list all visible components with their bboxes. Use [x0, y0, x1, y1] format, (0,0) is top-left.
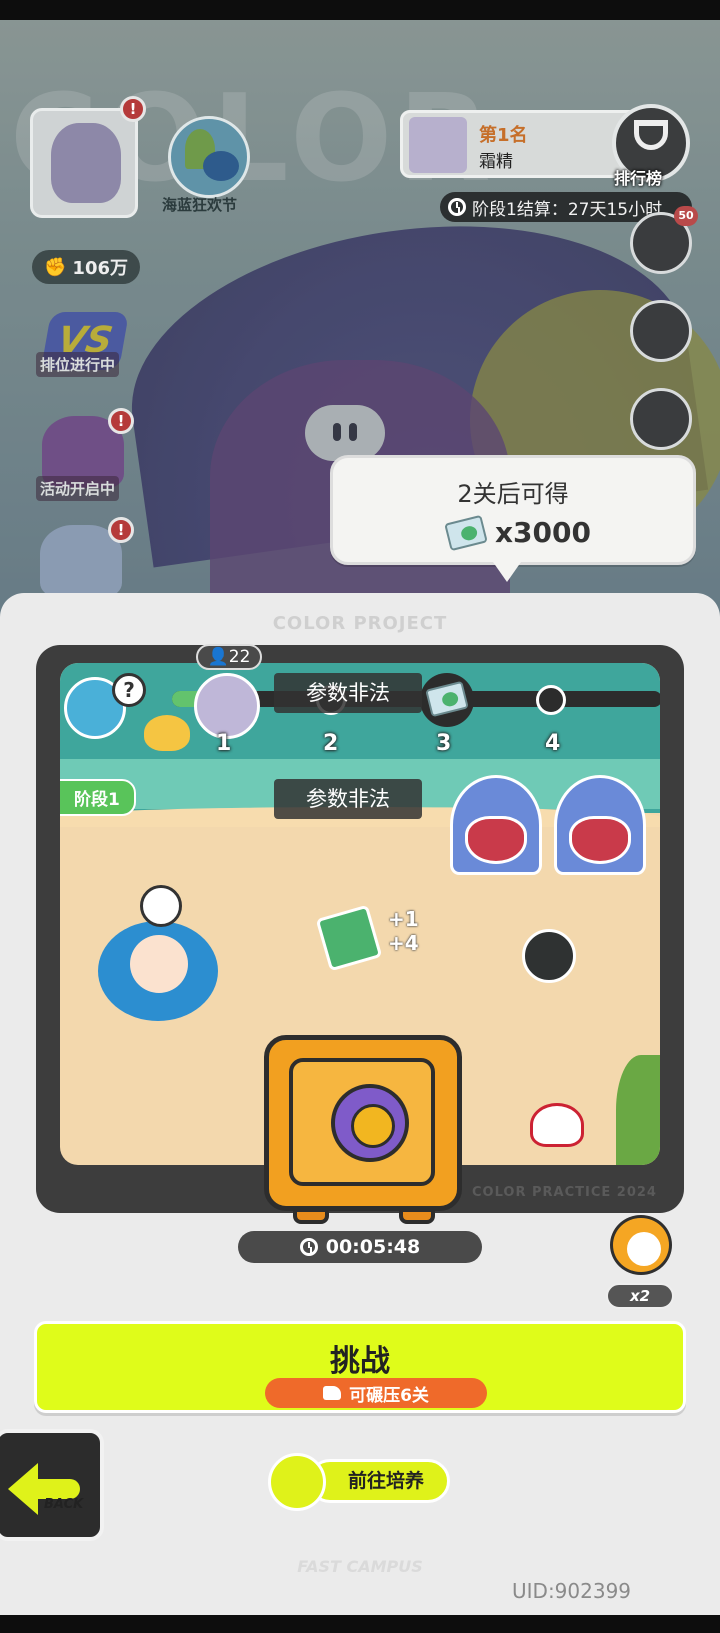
- rank-place: 第1名: [479, 125, 528, 146]
- loot-plus-4: +4: [388, 931, 419, 955]
- treasure-safe[interactable]: [264, 1035, 462, 1224]
- person-icon: 👤: [207, 647, 229, 667]
- ranked-label: 排位进行中: [36, 352, 120, 377]
- shark-mouth: [465, 816, 527, 864]
- stage-tag: 阶段1: [60, 779, 136, 816]
- alarm-clock-icon: [610, 1215, 672, 1275]
- player-character: [98, 885, 218, 1035]
- node-number-2: 2: [323, 731, 339, 756]
- avatar-alert-badge: !: [120, 96, 146, 122]
- cultivate-icon: [268, 1453, 326, 1511]
- clock-icon: [299, 1238, 318, 1256]
- safe-dial-icon: [331, 1084, 409, 1162]
- crush-levels-text: 可碾压6关: [349, 1385, 429, 1406]
- safe-countdown: 00:05:48: [238, 1231, 482, 1263]
- task-button[interactable]: [630, 300, 692, 362]
- safe-door: [289, 1058, 435, 1186]
- wave-icon: [203, 151, 239, 181]
- status-bar: [0, 0, 720, 20]
- cultivate-button[interactable]: 前往培养: [268, 1453, 450, 1511]
- pirate-skull-art: [530, 1103, 584, 1147]
- tooltip-reward: x3000: [444, 514, 591, 551]
- cultivate-label: 前往培养: [308, 1459, 450, 1503]
- speed-up-button[interactable]: [604, 1207, 678, 1277]
- activity-label: 活动开启中: [36, 476, 120, 501]
- error-toast-2: 参数非法: [274, 779, 422, 819]
- navigation-bar: [0, 1615, 720, 1633]
- safe-leg: [399, 1208, 435, 1224]
- error-toast-1: 参数非法: [274, 673, 422, 713]
- node-number-1: 1: [216, 731, 232, 756]
- back-label: BACK: [44, 1497, 84, 1512]
- speed-multiplier: x2: [606, 1283, 674, 1309]
- shark-enemy: [450, 775, 542, 875]
- volleyball-icon: [140, 885, 182, 927]
- challenge-button[interactable]: 挑战 可碾压6关: [34, 1321, 686, 1413]
- challenge-panel: COLOR PROJECT ? 1 2 3 4 参数非法 参数非法 阶段1 +1…: [0, 593, 720, 1615]
- activity-alert-badge: !: [108, 408, 134, 434]
- frame-watermark: COLOR PRACTICE 2024: [472, 1185, 657, 1200]
- clock-icon: [448, 198, 466, 216]
- duck-float-art: [144, 715, 190, 751]
- alarm-clock-face: [627, 1232, 661, 1266]
- power-value: 106万: [72, 258, 128, 279]
- back-arrow-shaft: [34, 1479, 80, 1499]
- ticket-icon: [425, 680, 469, 718]
- shark-enemy: [554, 775, 646, 875]
- hand-icon: [323, 1386, 342, 1400]
- reward-tooltip: 2关后可得 x3000: [330, 455, 696, 582]
- mission-button[interactable]: [630, 388, 692, 450]
- stage-settlement-text: 阶段1结算：27天15小时: [472, 199, 663, 220]
- character-alert-badge: !: [108, 517, 134, 543]
- back-button[interactable]: BACK: [0, 1429, 104, 1541]
- rank-player-name: 霜精: [479, 152, 513, 172]
- character-head: [130, 935, 188, 993]
- user-id: UID:902399: [512, 1579, 632, 1603]
- top-player-avatar: [409, 117, 467, 173]
- mail-count-badge: 50: [674, 206, 698, 226]
- fist-icon: ✊: [44, 256, 67, 278]
- player-count-badge: 👤22: [196, 644, 262, 670]
- palm-tree-art: [616, 1055, 660, 1165]
- loot-plus-1: +1: [388, 907, 419, 931]
- event-label: 海蓝狂欢节: [162, 196, 238, 214]
- tooltip-reward-amount: x3000: [495, 516, 591, 549]
- level-node-4: [536, 685, 566, 715]
- event-icon[interactable]: [168, 116, 250, 198]
- challenge-label: 挑战: [330, 1344, 390, 1379]
- power-display: ✊ 106万: [32, 250, 140, 284]
- node-number-3: 3: [436, 731, 452, 756]
- panel-title: COLOR PROJECT: [272, 613, 448, 634]
- ticket-icon: [444, 514, 488, 551]
- crush-levels-badge: 可碾压6关: [265, 1378, 487, 1408]
- loot-cash-icon: [315, 904, 383, 972]
- level-node-3-reward: [420, 673, 474, 727]
- countdown-value: 00:05:48: [325, 1236, 421, 1258]
- shark-mouth: [569, 816, 631, 864]
- footer-brand: FAST CAMPUS: [297, 1557, 423, 1576]
- player-avatar[interactable]: [30, 108, 138, 218]
- trophy-icon: [634, 120, 668, 150]
- node-number-4: 4: [545, 731, 561, 756]
- current-player-avatar: [194, 673, 260, 739]
- tooltip-title: 2关后可得: [457, 480, 569, 508]
- leaderboard-label: 排行榜: [614, 169, 663, 188]
- help-button[interactable]: ?: [112, 673, 146, 707]
- player-count: 22: [228, 647, 251, 667]
- avatar-face: [51, 123, 121, 203]
- bomb-enemy: [522, 929, 576, 983]
- safe-leg: [293, 1208, 329, 1224]
